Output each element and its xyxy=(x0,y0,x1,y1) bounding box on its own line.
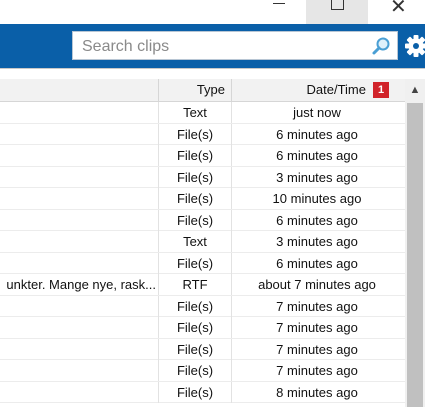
close-icon: ✕ xyxy=(390,0,407,18)
column-header-type[interactable]: Type xyxy=(158,79,232,101)
clip-preview-cell: unkter. Mange nye, rask... xyxy=(6,277,156,292)
maximize-button[interactable] xyxy=(306,0,368,24)
clip-preview-cell xyxy=(0,210,158,231)
clip-preview-cell xyxy=(0,124,158,145)
scroll-up-icon[interactable]: ▲ xyxy=(405,79,425,101)
date-cell: 7 minutes ago xyxy=(276,320,358,335)
type-cell: Text xyxy=(158,102,232,123)
table-row[interactable]: File(s) 6 minutes ago xyxy=(0,145,405,167)
vertical-scrollbar[interactable]: ▲ xyxy=(405,79,425,407)
clip-preview-cell xyxy=(0,145,158,166)
date-cell: about 7 minutes ago xyxy=(258,277,376,292)
clip-preview-cell xyxy=(0,296,158,317)
table-row[interactable]: File(s) 6 minutes ago xyxy=(0,209,405,231)
clip-preview-cell xyxy=(0,317,158,338)
clip-preview-cell xyxy=(0,102,158,123)
type-cell: Text xyxy=(158,231,232,252)
table-row[interactable]: File(s) 7 minutes ago xyxy=(0,338,405,360)
type-cell: File(s) xyxy=(158,145,232,166)
gear-icon[interactable] xyxy=(403,33,425,59)
title-bar: ✕ xyxy=(0,0,425,24)
search-icon[interactable] xyxy=(371,36,391,56)
table-row[interactable]: File(s) 6 minutes ago xyxy=(0,252,405,274)
date-cell: 3 minutes ago xyxy=(276,169,358,185)
maximize-icon xyxy=(331,0,344,10)
clip-preview-cell xyxy=(0,339,158,360)
clip-preview-cell xyxy=(0,167,158,188)
table-row[interactable]: File(s) 10 minutes ago xyxy=(0,188,405,210)
minimize-button[interactable] xyxy=(252,0,306,24)
date-cell: 7 minutes ago xyxy=(276,298,358,314)
type-cell: File(s) xyxy=(158,338,232,360)
type-cell: File(s) xyxy=(158,381,232,403)
sort-badge: 1 xyxy=(373,82,389,98)
table-row[interactable]: File(s) 7 minutes ago xyxy=(0,295,405,317)
type-cell: File(s) xyxy=(158,317,232,338)
type-cell: File(s) xyxy=(158,360,232,381)
type-cell: File(s) xyxy=(158,166,232,188)
type-cell: File(s) xyxy=(158,188,232,209)
clip-preview-cell xyxy=(0,360,158,381)
clip-list: Type Date/Time 1 Text just now File(s) 6 mi… xyxy=(0,68,425,407)
toolbar xyxy=(0,24,425,68)
table-row[interactable]: Text just now xyxy=(0,102,405,124)
table-row[interactable]: File(s) 6 minutes ago xyxy=(0,123,405,145)
date-cell: 6 minutes ago xyxy=(276,255,358,271)
clip-preview-cell xyxy=(0,231,158,252)
date-cell: 6 minutes ago xyxy=(276,148,358,163)
date-cell: 7 minutes ago xyxy=(276,363,358,378)
date-cell: 8 minutes ago xyxy=(276,384,358,400)
clip-preview-cell xyxy=(0,253,158,274)
date-cell: 3 minutes ago xyxy=(276,234,358,249)
scrollbar-thumb[interactable] xyxy=(407,103,423,407)
table-row[interactable]: File(s) 3 minutes ago xyxy=(0,166,405,188)
type-cell: File(s) xyxy=(158,252,232,274)
table-header: Type Date/Time 1 xyxy=(0,79,405,102)
clip-preview-cell xyxy=(0,382,158,403)
close-button[interactable]: ✕ xyxy=(368,0,425,24)
table-row[interactable]: Text 3 minutes ago xyxy=(0,231,405,253)
clip-preview-cell xyxy=(0,188,158,209)
type-cell: RTF xyxy=(158,274,232,295)
table-row[interactable]: File(s) 7 minutes ago xyxy=(0,360,405,382)
date-cell: 10 minutes ago xyxy=(272,191,362,206)
date-cell: 6 minutes ago xyxy=(276,212,358,228)
date-cell: 7 minutes ago xyxy=(276,341,358,357)
type-cell: File(s) xyxy=(158,209,232,231)
date-cell: just now xyxy=(293,105,341,120)
date-cell: 6 minutes ago xyxy=(276,126,358,142)
search-input[interactable] xyxy=(73,32,374,61)
type-cell: File(s) xyxy=(158,123,232,145)
table-row[interactable]: unkter. Mange nye, rask... RTF about 7 min… xyxy=(0,274,405,296)
search-box xyxy=(72,31,398,61)
minimize-icon xyxy=(273,3,285,4)
table-row[interactable]: File(s) 7 minutes ago xyxy=(0,317,405,339)
type-cell: File(s) xyxy=(158,295,232,317)
table-row[interactable]: File(s) 8 minutes ago xyxy=(0,381,405,403)
table-body: Text just now File(s) 6 minutes ago File(s) 6… xyxy=(0,102,405,403)
